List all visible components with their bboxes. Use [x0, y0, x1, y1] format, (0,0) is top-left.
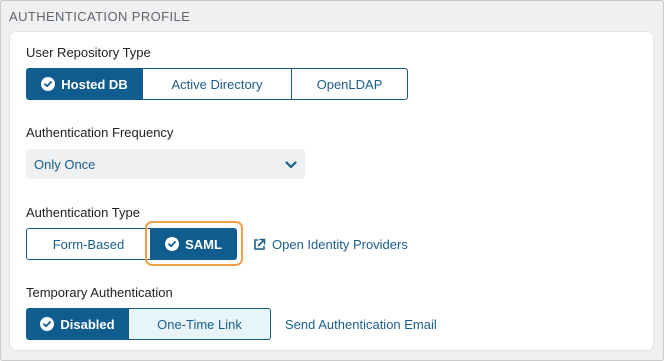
temporary-option-label: Disabled	[60, 316, 115, 332]
auth-type-label: Authentication Type	[26, 205, 140, 220]
send-authentication-email-label: Send Authentication Email	[285, 317, 437, 332]
repository-option-openldap[interactable]: OpenLDAP	[292, 68, 408, 100]
temporary-option-disabled[interactable]: Disabled	[26, 308, 129, 340]
open-identity-providers-label: Open Identity Providers	[272, 237, 408, 252]
temporary-option-one-time-link[interactable]: One-Time Link	[129, 308, 271, 340]
temporary-auth-label: Temporary Authentication	[26, 285, 173, 300]
frequency-value: Only Once	[34, 156, 96, 172]
repository-label: User Repository Type	[26, 45, 151, 60]
frequency-select[interactable]: Only Once	[26, 149, 305, 179]
auth-type-option-label: Form-Based	[52, 236, 125, 252]
repository-option-hosted-db[interactable]: Hosted DB	[26, 68, 143, 100]
saml-highlight-outline	[145, 221, 243, 266]
temporary-option-label: One-Time Link	[157, 316, 242, 332]
chevron-down-icon	[285, 157, 297, 172]
auth-type-option-form-based[interactable]: Form-Based	[26, 228, 151, 260]
section-title: AUTHENTICATION PROFILE	[9, 9, 191, 24]
repository-option-active-directory[interactable]: Active Directory	[143, 68, 292, 100]
temporary-auth-segmented-control: Disabled One-Time Link	[26, 308, 271, 340]
repository-option-label: OpenLDAP	[316, 76, 383, 92]
send-authentication-email-link[interactable]: Send Authentication Email	[285, 317, 437, 332]
frequency-label: Authentication Frequency	[26, 125, 174, 140]
repository-option-label: Active Directory	[171, 76, 263, 92]
repository-option-label: Hosted DB	[61, 76, 128, 92]
open-identity-providers-link[interactable]: Open Identity Providers	[253, 237, 408, 252]
external-link-icon	[253, 238, 266, 251]
check-circle-icon	[40, 317, 55, 331]
repository-segmented-control: Hosted DB Active Directory OpenLDAP	[26, 68, 408, 100]
check-circle-icon	[41, 77, 56, 91]
